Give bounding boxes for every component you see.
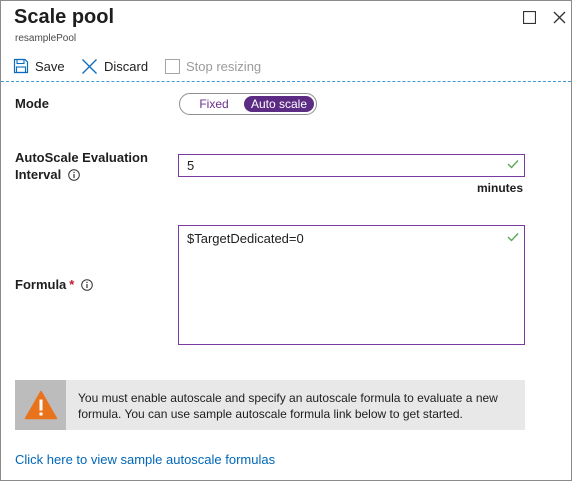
save-button[interactable]: Save bbox=[13, 55, 65, 77]
info-icon[interactable] bbox=[81, 279, 93, 291]
check-icon bbox=[507, 233, 519, 242]
mode-toggle[interactable]: Fixed Auto scale bbox=[179, 93, 317, 115]
formula-value: $TargetDedicated=0 bbox=[187, 231, 304, 246]
warning-triangle-icon bbox=[24, 390, 57, 420]
formula-textarea[interactable]: $TargetDedicated=0 bbox=[178, 225, 525, 345]
maximize-button[interactable] bbox=[521, 9, 537, 25]
close-icon bbox=[553, 11, 565, 23]
sample-formulas-link[interactable]: Click here to view sample autoscale form… bbox=[15, 452, 275, 467]
check-icon bbox=[507, 160, 519, 169]
stop-resizing-checkbox bbox=[165, 58, 180, 74]
interval-label-line2: Interval bbox=[15, 167, 62, 182]
interval-label-line1: AutoScale Evaluation bbox=[15, 150, 148, 165]
warning-banner: You must enable autoscale and specify an… bbox=[15, 380, 525, 430]
warning-text: You must enable autoscale and specify an… bbox=[78, 391, 498, 421]
warning-icon-area bbox=[15, 380, 66, 430]
scale-pool-panel: Scale pool resamplePool Save Discard Sto… bbox=[0, 0, 572, 481]
interval-value: 5 bbox=[187, 158, 195, 173]
stop-resizing-button: Stop resizing bbox=[165, 55, 261, 77]
close-button[interactable] bbox=[551, 9, 567, 25]
toolbar: Save Discard Stop resizing bbox=[1, 55, 571, 79]
maximize-icon bbox=[522, 10, 536, 24]
close-x-icon bbox=[82, 58, 97, 74]
mode-label: Mode bbox=[15, 96, 49, 111]
mode-option-auto-scale[interactable]: Auto scale bbox=[244, 96, 314, 112]
formula-label: Formula bbox=[15, 277, 67, 292]
required-marker: * bbox=[69, 277, 75, 292]
formula-label-group: Formula * bbox=[15, 277, 93, 292]
discard-button[interactable]: Discard bbox=[81, 55, 148, 77]
save-icon bbox=[13, 58, 29, 74]
info-icon[interactable] bbox=[68, 169, 80, 181]
discard-label: Discard bbox=[104, 58, 149, 74]
interval-units: minutes bbox=[477, 181, 524, 195]
stop-resizing-label: Stop resizing bbox=[186, 58, 262, 74]
mode-option-fixed[interactable]: Fixed bbox=[190, 96, 238, 112]
evaluation-interval-input[interactable]: 5 bbox=[178, 154, 525, 177]
interval-label: AutoScale Evaluation Interval bbox=[15, 149, 148, 183]
save-label: Save bbox=[35, 58, 65, 74]
panel-subtitle: resamplePool bbox=[15, 33, 77, 44]
panel-title: Scale pool bbox=[14, 6, 115, 28]
toolbar-divider bbox=[1, 81, 571, 82]
